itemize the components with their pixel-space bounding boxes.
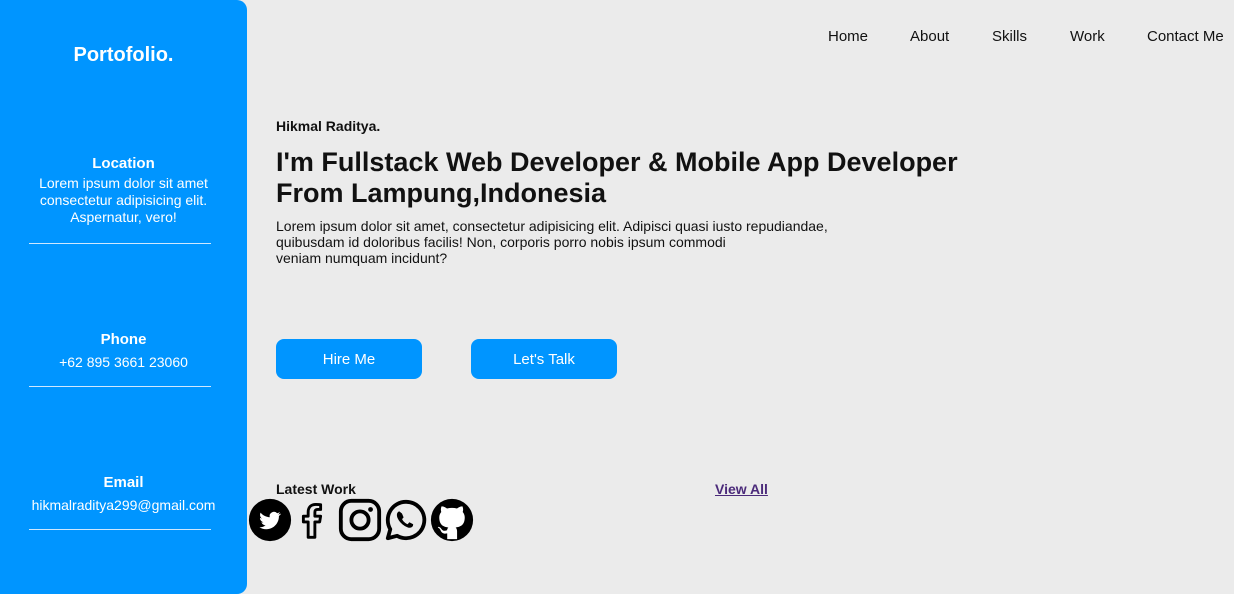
email-title: Email xyxy=(103,474,144,491)
nav-skills[interactable]: Skills xyxy=(992,28,1027,45)
email-text: hikmalraditya299@gmail.com xyxy=(31,497,216,513)
hero-description-line: quibusdam id doloribus facilis! Non, cor… xyxy=(276,234,726,250)
location-text: Lorem ipsum dolor sit amet consectetur a… xyxy=(39,175,208,225)
hero-description-line: veniam numquam incidunt? xyxy=(276,250,448,266)
nav-home[interactable]: Home xyxy=(828,28,868,45)
hero-description-line: Lorem ipsum dolor sit amet, consectetur … xyxy=(276,218,828,234)
phone-text: +62 895 3661 23060 xyxy=(59,354,188,370)
divider xyxy=(29,243,211,244)
location-title: Location xyxy=(92,155,155,172)
nav-about[interactable]: About xyxy=(910,28,949,45)
instagram-icon[interactable] xyxy=(337,497,383,543)
email-block: Email hikmalraditya299@gmail.com xyxy=(0,474,247,514)
latest-work-heading: Latest Work xyxy=(276,481,356,497)
whatsapp-icon[interactable] xyxy=(383,497,429,543)
phone-block: Phone +62 895 3661 23060 xyxy=(0,331,247,371)
hire-me-button[interactable]: Hire Me xyxy=(276,339,422,379)
nav-work[interactable]: Work xyxy=(1070,28,1105,45)
location-block: Location Lorem ipsum dolor sit amet cons… xyxy=(0,155,247,226)
facebook-icon[interactable] xyxy=(289,497,335,543)
github-icon[interactable] xyxy=(429,497,475,543)
nav-contact-me[interactable]: Contact Me xyxy=(1147,28,1224,45)
hero-description: Lorem ipsum dolor sit amet, consectetur … xyxy=(276,218,876,266)
phone-title: Phone xyxy=(100,331,147,348)
divider xyxy=(29,529,211,530)
brand-logo[interactable]: Portofolio. xyxy=(0,44,247,67)
sidebar: Portofolio. Location Lorem ipsum dolor s… xyxy=(0,0,247,594)
divider xyxy=(29,386,211,387)
twitter-icon[interactable] xyxy=(247,497,293,543)
intro-name: Hikmal Raditya. xyxy=(276,118,381,134)
lets-talk-button[interactable]: Let's Talk xyxy=(471,339,617,379)
view-all-link[interactable]: View All xyxy=(715,481,768,497)
page-title: I'm Fullstack Web Developer & Mobile App… xyxy=(276,147,958,208)
